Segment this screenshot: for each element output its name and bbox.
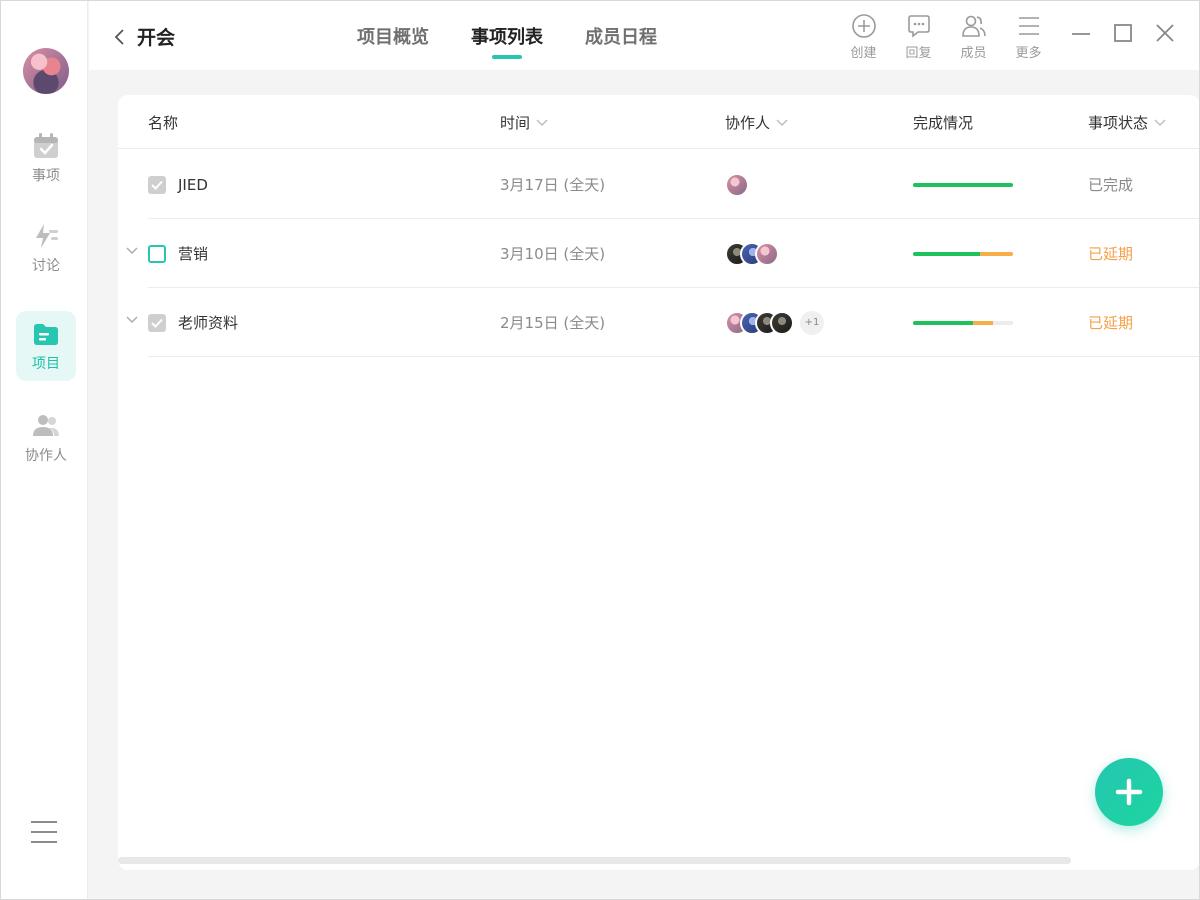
sidebar-item-discussion[interactable]: 讨论 <box>16 213 76 283</box>
progress-bar <box>913 320 1013 325</box>
top-bar: 开会 项目概览 事项列表 成员日程 创建 回复 成员 更多 <box>89 1 1199 70</box>
more-button[interactable]: 更多 <box>1001 13 1056 61</box>
table-row[interactable]: 老师资料 2月15日 (全天) +1 已延期 <box>126 288 1200 357</box>
sidebar-item-tasks[interactable]: 事项 <box>16 123 76 193</box>
maximize-icon[interactable] <box>1111 21 1135 45</box>
members-icon <box>961 15 986 37</box>
create-button[interactable]: 创建 <box>836 13 891 61</box>
hamburger-menu-icon[interactable] <box>31 819 59 845</box>
reply-button[interactable]: 回复 <box>891 13 946 61</box>
user-avatar[interactable] <box>23 48 69 94</box>
status-badge: 已延期 <box>1088 245 1134 263</box>
progress-done-fill <box>913 182 1013 187</box>
task-time: 2月15日 (全天) <box>500 314 606 332</box>
avatar <box>725 172 749 197</box>
table-header: 名称 时间 协作人 完成情况 事项状态 <box>118 95 1200 149</box>
tool-label: 回复 <box>905 46 932 61</box>
chevron-left-icon <box>114 28 124 45</box>
sidebar-item-label: 讨论 <box>32 258 60 274</box>
task-name[interactable]: 老师资料 <box>178 312 238 333</box>
sidebar-item-collaborators[interactable]: 协作人 <box>16 403 76 473</box>
horizontal-scrollbar[interactable] <box>118 857 1071 864</box>
tool-label: 更多 <box>1015 46 1042 61</box>
window-controls <box>1069 21 1177 45</box>
column-header-name[interactable]: 名称 <box>148 112 178 133</box>
chat-bubble-icon <box>907 15 930 38</box>
chevron-down-icon <box>1154 119 1166 126</box>
avatar <box>755 241 779 266</box>
chevron-down-icon <box>776 119 788 126</box>
sidebar-item-label: 事项 <box>32 168 60 184</box>
status-badge: 已延期 <box>1088 314 1134 332</box>
task-checkbox[interactable] <box>148 175 166 194</box>
task-name[interactable]: 营销 <box>178 243 208 264</box>
collaborator-avatars[interactable]: +1 <box>725 310 824 335</box>
close-icon[interactable] <box>1153 21 1177 45</box>
minimize-icon[interactable] <box>1069 21 1093 45</box>
progress-done-fill <box>913 251 980 256</box>
task-checkbox[interactable] <box>148 244 166 263</box>
tool-label: 成员 <box>960 46 987 61</box>
chevron-down-icon[interactable] <box>126 247 138 255</box>
check-icon <box>151 180 163 190</box>
plus-icon <box>1115 778 1143 806</box>
progress-bar <box>913 251 1013 256</box>
page-title: 开会 <box>137 27 176 49</box>
plus-circle-icon <box>851 14 876 38</box>
task-time: 3月17日 (全天) <box>500 176 606 194</box>
column-label: 时间 <box>500 114 531 132</box>
table-row[interactable]: 营销 3月10日 (全天) 已延期 <box>126 219 1200 288</box>
members-button[interactable]: 成员 <box>946 13 1001 61</box>
progress-bar <box>913 182 1013 187</box>
sidebar-item-label: 项目 <box>32 356 60 372</box>
chevron-down-icon <box>536 119 548 126</box>
more-collaborators-badge: +1 <box>800 310 824 335</box>
back-button[interactable]: 开会 <box>113 23 175 50</box>
toolbar: 创建 回复 成员 更多 <box>836 13 1056 61</box>
sidebar-item-projects[interactable]: 项目 <box>16 311 76 381</box>
task-table-card: 名称 时间 协作人 完成情况 事项状态 JIED 3月17日 (全天) 已完成营销 3… <box>118 95 1200 870</box>
left-sidebar: 事项 讨论 项目 协作人 <box>1 1 88 899</box>
lightning-icon <box>36 224 58 248</box>
task-time: 3月10日 (全天) <box>500 245 606 263</box>
task-name[interactable]: JIED <box>178 176 208 194</box>
progress-late-fill <box>980 251 1013 256</box>
status-badge: 已完成 <box>1088 176 1134 194</box>
sidebar-item-label: 协作人 <box>25 448 67 464</box>
column-header-time[interactable]: 时间 <box>500 112 548 133</box>
column-label: 完成情况 <box>913 114 974 132</box>
tool-label: 创建 <box>850 46 877 61</box>
tab-overview[interactable]: 项目概览 <box>357 23 429 59</box>
folder-icon <box>34 324 58 345</box>
column-header-status[interactable]: 事项状态 <box>1088 112 1166 133</box>
column-label: 协作人 <box>725 114 771 132</box>
table-row[interactable]: JIED 3月17日 (全天) 已完成 <box>148 150 1200 219</box>
column-label: 事项状态 <box>1088 114 1149 132</box>
menu-lines-icon <box>1018 17 1039 35</box>
calendar-check-icon <box>34 133 58 158</box>
add-task-button[interactable] <box>1095 758 1163 826</box>
collaborator-avatars[interactable] <box>725 172 749 197</box>
progress-late-fill <box>973 320 993 325</box>
avatar <box>770 310 794 335</box>
tab-member-schedule[interactable]: 成员日程 <box>585 23 657 59</box>
progress-done-fill <box>913 320 973 325</box>
check-icon <box>151 318 163 328</box>
column-label: 名称 <box>148 114 179 132</box>
collaborator-avatars[interactable] <box>725 241 779 266</box>
tab-bar: 项目概览 事项列表 成员日程 <box>357 23 657 59</box>
chevron-down-icon[interactable] <box>126 316 138 324</box>
people-icon <box>33 415 59 436</box>
tab-task-list[interactable]: 事项列表 <box>471 23 543 59</box>
column-header-collaborators[interactable]: 协作人 <box>725 112 788 133</box>
column-header-progress[interactable]: 完成情况 <box>913 112 973 133</box>
task-checkbox[interactable] <box>148 313 166 332</box>
